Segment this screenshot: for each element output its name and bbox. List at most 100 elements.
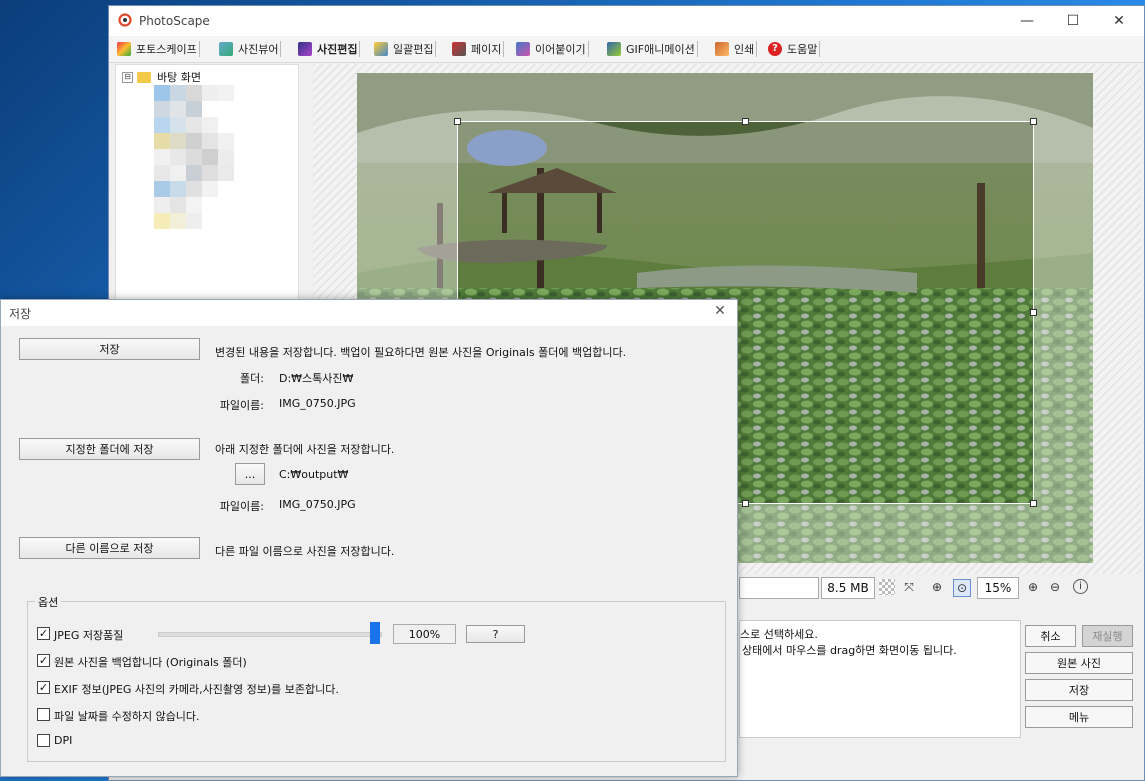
zoom-out-icon[interactable]: ⊖ (1047, 579, 1063, 595)
dialog-close-icon[interactable]: ✕ (709, 303, 731, 323)
status-blank-box (739, 577, 819, 599)
quality-help-button[interactable]: ? (466, 625, 525, 643)
filesize-box: 8.5 MB (821, 577, 875, 599)
tab-label: 사진편집 (317, 43, 358, 56)
tab-label: 이어붙이기 (535, 43, 586, 56)
close-window-button[interactable]: ✕ (1096, 6, 1142, 36)
crop-shade-right (1034, 121, 1093, 504)
tab-label: 일괄편집 (393, 43, 434, 56)
tab-page[interactable]: 페이지 (450, 39, 505, 59)
original-photo-button[interactable]: 원본 사진 (1025, 652, 1133, 674)
redo-button[interactable]: 재실행 (1082, 625, 1133, 647)
cancel-button[interactable]: 취소 (1025, 625, 1076, 647)
dialog-title-bar: 저장 ✕ (1, 300, 737, 326)
jpeg-quality-label: JPEG 저장품질 (54, 629, 124, 642)
options-title: 옵션 (35, 594, 62, 610)
photoscape-logo-icon (118, 13, 132, 27)
backup-original-label: 원본 사진을 백업합니다 (Originals 폴더) (54, 656, 247, 669)
crop-handle-t[interactable] (742, 118, 749, 125)
folder-tree[interactable]: ⊟ 바탕 화면 (115, 64, 299, 304)
crop-handle-br[interactable] (1030, 500, 1037, 507)
save-as-description: 다른 파일 이름으로 사진을 저장합니다. (215, 545, 395, 558)
tree-expander[interactable]: ⊟ (122, 71, 133, 83)
save-folder-description: 아래 지정한 폴더에 사진을 저장합니다. (215, 443, 395, 456)
tab-label: 인쇄 (734, 43, 755, 56)
tree-root-desktop[interactable]: ⊟ 바탕 화면 (122, 69, 201, 85)
jpeg-quality-value: 100% (393, 624, 456, 644)
dpi-label: DPI (54, 734, 73, 747)
tab-help[interactable]: ? 도움말 (766, 39, 821, 59)
dialog-title: 저장 (9, 307, 32, 321)
zoom-fit-icon[interactable]: ⊙ (953, 579, 971, 597)
keep-date-label: 파일 날짜를 수정하지 않습니다. (54, 710, 200, 723)
blurred-folder-list (142, 85, 252, 235)
crop-handle-tl[interactable] (454, 118, 461, 125)
tab-editor[interactable]: 사진편집 (296, 39, 361, 59)
app-title: PhotoScape (139, 14, 210, 28)
output-folder-value: C:₩output₩ (279, 468, 349, 481)
save-dialog: 저장 ✕ 저장 변경된 내용을 저장합니다. 백업이 필요하다면 원본 사진을 … (0, 299, 738, 777)
folder-icon (137, 71, 151, 83)
help-tab-icon: ? (768, 42, 782, 56)
tab-label: 포토스케이프 (136, 43, 197, 56)
main-tab-bar: 포토스케이프 사진뷰어 사진편집 일괄편집 페이지 이어붙이기 GIF애니메이션… (109, 36, 1144, 63)
tab-label: 페이지 (471, 43, 502, 56)
crop-handle-tr[interactable] (1030, 118, 1037, 125)
keep-date-checkbox[interactable] (37, 708, 50, 721)
crop-shade-top (357, 73, 1093, 121)
menu-button[interactable]: 메뉴 (1025, 706, 1133, 728)
gif-tab-icon (607, 42, 621, 56)
editor-tab-icon (298, 42, 312, 56)
hint-line-2: 상태에서 마우스를 drag하면 화면이동 됩니다. (742, 644, 957, 657)
zoom-level: 15% (977, 577, 1019, 599)
save-button[interactable]: 저장 (19, 338, 200, 360)
combine-tab-icon (516, 42, 530, 56)
tab-batch[interactable]: 일괄편집 (372, 39, 437, 59)
browse-folder-button[interactable]: ... (235, 463, 265, 485)
filename-label: 파일이름: (219, 399, 264, 412)
save-to-folder-button[interactable]: 지정한 폴더에 저장 (19, 438, 200, 460)
filename2-label: 파일이름: (219, 500, 264, 513)
status-bar: 8.5 MB ⤧ ⊕ ⊙ 15% ⊕ ⊖ i (739, 577, 1139, 599)
backup-original-checkbox[interactable]: ✓ (37, 654, 50, 667)
hint-panel: 스로 선택하세요. 상태에서 마우스를 drag하면 화면이동 됩니다. (739, 620, 1021, 738)
crop-handle-r[interactable] (1030, 309, 1037, 316)
tab-combine[interactable]: 이어붙이기 (514, 39, 589, 59)
save-main-button[interactable]: 저장 (1025, 679, 1133, 701)
maximize-button[interactable]: ☐ (1050, 6, 1096, 36)
title-bar: PhotoScape — ☐ ✕ (109, 6, 1144, 36)
page-tab-icon (452, 42, 466, 56)
dpi-checkbox[interactable] (37, 734, 50, 747)
tab-label: 사진뷰어 (238, 43, 279, 56)
crop-handle-b[interactable] (742, 500, 749, 507)
zoom-actual-icon[interactable]: ⊕ (929, 579, 945, 595)
jpeg-quality-checkbox[interactable]: ✓ (37, 627, 50, 640)
jpeg-quality-slider-track[interactable] (158, 632, 382, 637)
viewer-tab-icon (219, 42, 233, 56)
hint-line-1: 스로 선택하세요. (740, 628, 818, 641)
save-description: 변경된 내용을 저장합니다. 백업이 필요하다면 원본 사진을 Original… (215, 346, 627, 359)
tab-label: 도움말 (787, 43, 818, 56)
tab-label: GIF애니메이션 (626, 43, 695, 56)
tree-root-label: 바탕 화면 (157, 71, 201, 84)
exif-label: EXIF 정보(JPEG 사진의 카메라,사진촬영 정보)를 보존합니다. (54, 683, 339, 696)
minimize-button[interactable]: — (1004, 6, 1050, 36)
info-icon[interactable]: i (1073, 579, 1088, 594)
tab-photoscape[interactable]: 포토스케이프 (115, 39, 200, 59)
folder-label: 폴더: (240, 372, 264, 385)
batch-tab-icon (374, 42, 388, 56)
photoscape-tab-icon (117, 42, 131, 56)
tab-gif-animation[interactable]: GIF애니메이션 (605, 39, 698, 59)
exif-checkbox[interactable]: ✓ (37, 681, 50, 694)
tab-viewer[interactable]: 사진뷰어 (217, 39, 282, 59)
print-tab-icon (715, 42, 729, 56)
tab-print[interactable]: 인쇄 (713, 39, 758, 59)
filename2-value: IMG_0750.JPG (279, 498, 356, 511)
zoom-in-icon[interactable]: ⊕ (1025, 579, 1041, 595)
transparency-grid-icon[interactable] (879, 579, 895, 595)
folder-value: D:₩스톡사진₩ (279, 372, 354, 385)
filename-value: IMG_0750.JPG (279, 397, 356, 410)
save-as-button[interactable]: 다른 이름으로 저장 (19, 537, 200, 559)
fit-screen-icon[interactable]: ⤧ (901, 579, 917, 595)
jpeg-quality-slider-thumb[interactable] (370, 622, 380, 644)
